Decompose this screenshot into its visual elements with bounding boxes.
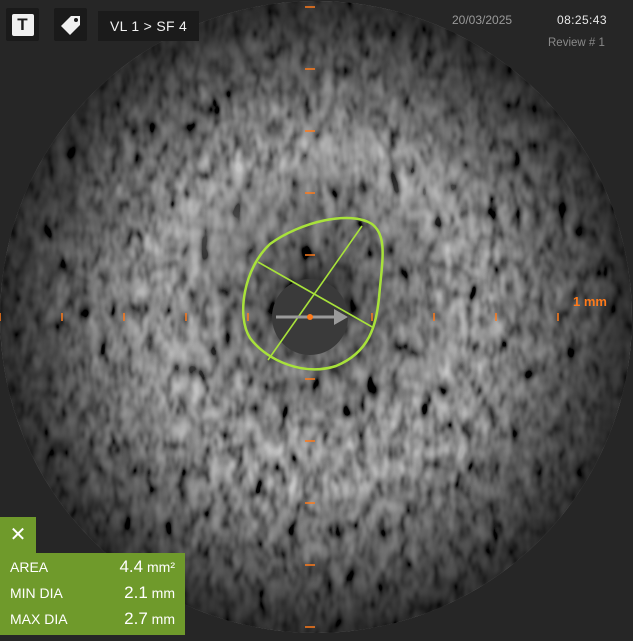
vessel-segment-label[interactable]: VL 1 > SF 4 (98, 11, 200, 41)
text-tool-icon: T (11, 13, 34, 36)
max-dia-label: MAX DIA (10, 611, 68, 627)
scale-label: 1 mm (573, 294, 607, 309)
max-dia-unit: mm (151, 611, 175, 627)
area-label: AREA (10, 559, 49, 575)
measurement-panel: AREA 4.4 mm² MIN DIA 2.1 mm MAX DIA 2.7 … (0, 553, 185, 635)
max-dia-row: MAX DIA 2.7 mm (10, 607, 175, 631)
area-row: AREA 4.4 mm² (10, 555, 175, 579)
acquisition-time: 08:25:43 (557, 13, 607, 27)
area-value: 4.4 (119, 557, 144, 576)
min-dia-label: MIN DIA (10, 585, 63, 601)
tag-tool-button[interactable] (54, 8, 87, 41)
text-tool-button[interactable]: T (6, 8, 39, 41)
min-dia-unit: mm (151, 585, 175, 601)
acquisition-date: 20/03/2025 (452, 13, 513, 27)
close-icon: ✕ (9, 524, 27, 546)
tag-icon (60, 15, 80, 35)
ivus-image[interactable] (0, 0, 633, 641)
max-dia-value: 2.7 (124, 609, 148, 628)
area-unit: mm² (147, 559, 175, 575)
review-label: Review # 1 (548, 37, 605, 49)
min-dia-row: MIN DIA 2.1 mm (10, 581, 175, 605)
min-dia-value: 2.1 (124, 583, 148, 602)
close-measurement-button[interactable]: ✕ (0, 517, 36, 553)
